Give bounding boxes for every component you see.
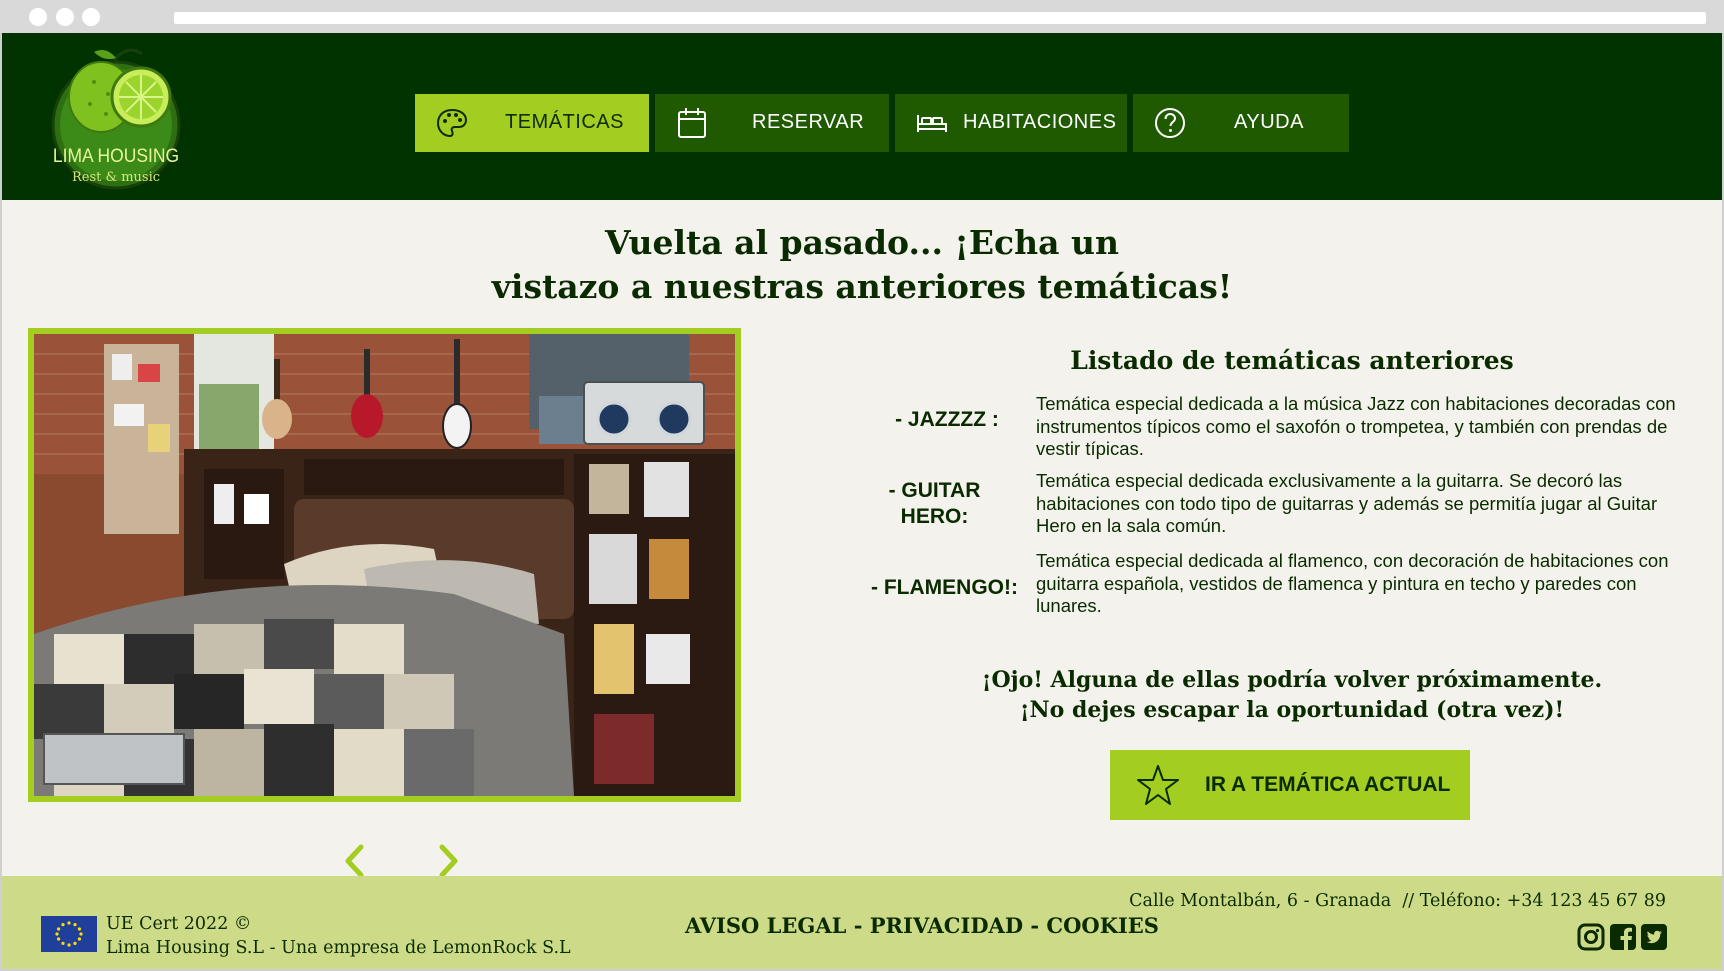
nav-reservar-label: RESERVAR: [752, 111, 865, 133]
theme-desc-guitar-hero: Temática especial dedicada exclusivament…: [1036, 470, 1658, 536]
eu-flag-icon: [41, 916, 97, 952]
theme-desc-jazz: Temática especial dedicada a la música J…: [1036, 393, 1676, 459]
page: LIMA HOUSING Rest & music TEMÁTICAS RESE…: [0, 33, 1724, 971]
nav-ayuda[interactable]: AYUDA: [1133, 94, 1349, 152]
theme-name-guitar-hero-line1: - GUITAR: [888, 479, 981, 502]
twitter-icon[interactable]: [1640, 923, 1668, 951]
bedroom-photo: [34, 334, 735, 796]
nav-reservar[interactable]: RESERVAR: [655, 94, 889, 152]
theme-name-jazz: - JAZZZZ :: [895, 408, 999, 431]
chevron-right-icon[interactable]: [434, 841, 464, 881]
chevron-left-icon[interactable]: [339, 841, 369, 881]
page-title-line2: vistazo a nuestras anteriores temáticas!: [491, 267, 1233, 306]
address-bar[interactable]: [174, 12, 1706, 24]
palette-icon: [436, 108, 468, 138]
certification-line2: Lima Housing S.L - Una empresa de LemonR…: [106, 938, 571, 958]
logo-name: LIMA HOUSING: [52, 146, 180, 167]
current-theme-button[interactable]: IR A TEMÁTICA ACTUAL: [1110, 750, 1470, 820]
page-title: Vuelta al pasado... ¡Echa un vistazo a n…: [432, 221, 1292, 309]
nav-tematicas[interactable]: TEMÁTICAS: [415, 94, 649, 152]
logo-tagline: Rest & music: [71, 170, 161, 185]
current-theme-button-label: IR A TEMÁTICA ACTUAL: [1205, 773, 1451, 796]
instagram-icon[interactable]: [1577, 923, 1605, 951]
page-title-line1: Vuelta al pasado... ¡Echa un: [605, 223, 1119, 262]
bed-icon: [917, 115, 947, 132]
theme-name-guitar-hero-line2: HERO:: [900, 505, 969, 528]
theme-carousel: [28, 328, 741, 802]
window-close-dot[interactable]: [29, 8, 47, 26]
privacidad-link[interactable]: PRIVACIDAD: [870, 913, 1023, 938]
window-maximize-dot[interactable]: [82, 8, 100, 26]
certification-line1: UE Cert 2022 ©: [106, 914, 252, 934]
themes-list-title: Listado de temáticas anteriores: [1070, 346, 1514, 375]
theme-desc-flamenco: Temática especial dedicada al flamenco, …: [1036, 550, 1669, 616]
legal-links: AVISO LEGAL - PRIVACIDAD - COOKIES: [685, 913, 1159, 938]
facebook-icon[interactable]: [1609, 923, 1637, 951]
aviso-legal-link[interactable]: AVISO LEGAL: [685, 913, 846, 938]
site-footer: UE Cert 2022 © Lima Housing S.L - Una em…: [2, 876, 1722, 969]
nav-tematicas-label: TEMÁTICAS: [505, 111, 624, 133]
star-icon: [1137, 765, 1179, 805]
theme-name-flamenco: - FLAMENGO!:: [871, 576, 1018, 599]
logo[interactable]: LIMA HOUSING Rest & music: [46, 42, 186, 192]
certification-text: UE Cert 2022 © Lima Housing S.L - Una em…: [106, 912, 571, 960]
window-minimize-dot[interactable]: [56, 8, 74, 26]
theme-name-guitar-hero: - GUITAR HERO:: [872, 478, 997, 530]
nav-ayuda-label: AYUDA: [1234, 111, 1304, 133]
return-notice-line2: ¡No dejes escapar la oportunidad (otra v…: [1019, 697, 1565, 723]
nav-habitaciones-label: HABITACIONES: [963, 111, 1117, 133]
question-icon: [1155, 108, 1185, 138]
site-header: LIMA HOUSING Rest & music TEMÁTICAS RESE…: [2, 33, 1722, 200]
contact-info: Calle Montalbán, 6 - Granada // Teléfono…: [1129, 891, 1666, 911]
return-notice: ¡Ojo! Alguna de ellas podría volver próx…: [942, 665, 1642, 725]
cookies-link[interactable]: COOKIES: [1046, 913, 1159, 938]
return-notice-line1: ¡Ojo! Alguna de ellas podría volver próx…: [981, 667, 1603, 693]
nav-habitaciones[interactable]: HABITACIONES: [895, 94, 1127, 152]
legal-separator: -: [846, 913, 870, 938]
calendar-icon: [678, 108, 706, 138]
legal-separator: -: [1023, 913, 1047, 938]
browser-chrome: [0, 0, 1724, 33]
